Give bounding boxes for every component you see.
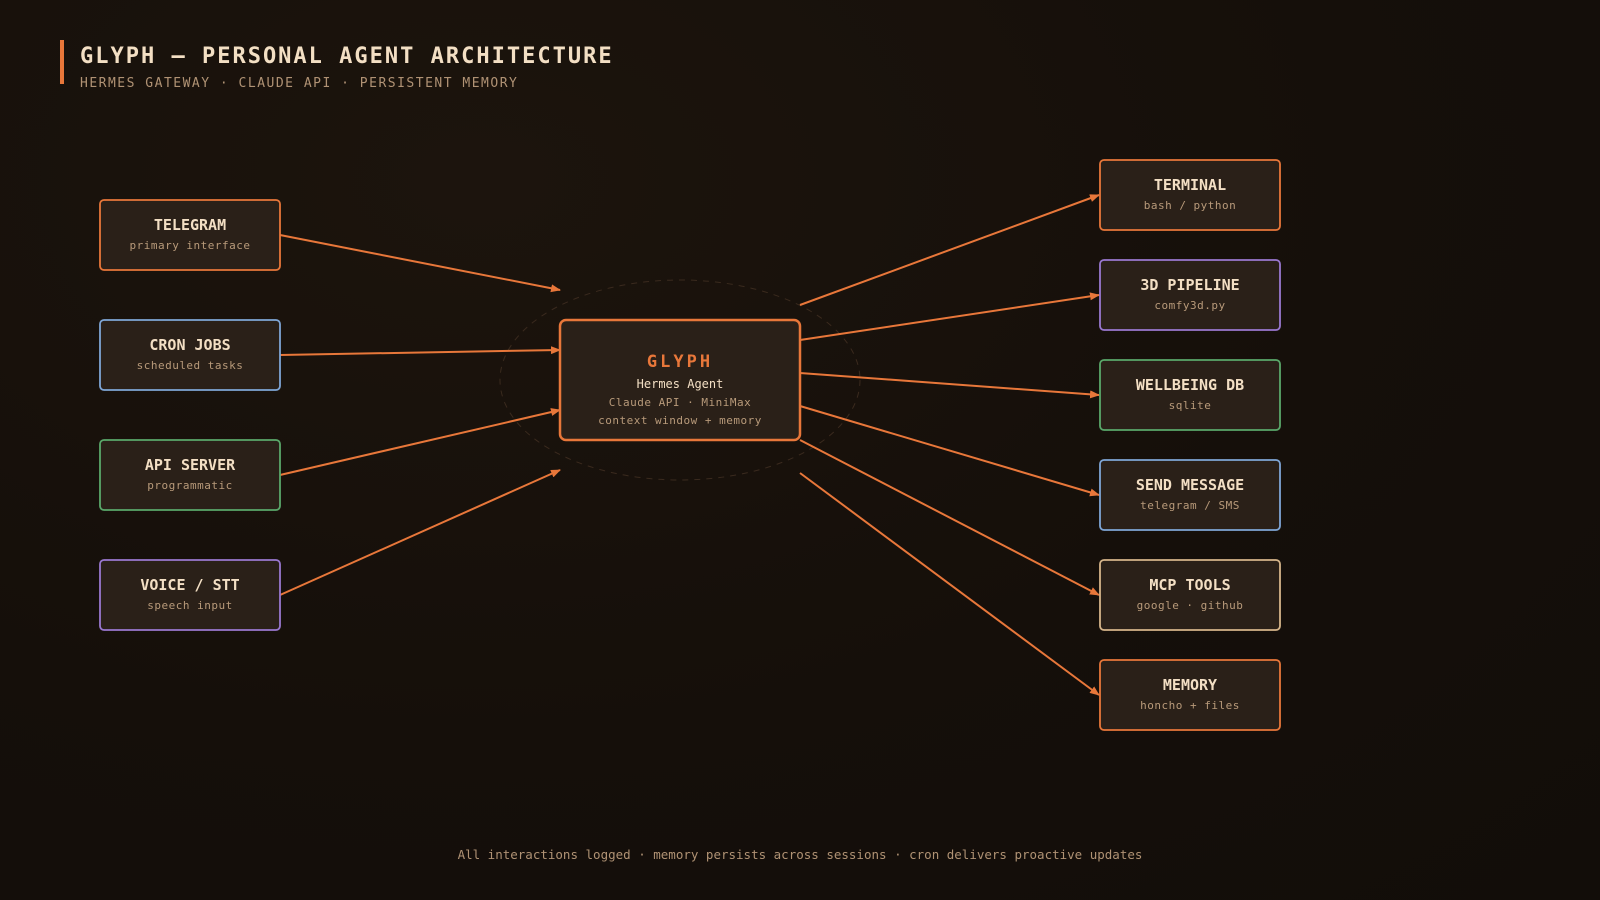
hub-context-line: context window + memory xyxy=(598,414,762,427)
node-title: MEMORY xyxy=(1163,676,1217,694)
output-node-send-message[interactable]: SEND MESSAGE telegram / SMS xyxy=(1099,459,1281,531)
node-subtitle: programmatic xyxy=(147,479,232,492)
output-node-mcp-tools[interactable]: MCP TOOLS google · github xyxy=(1099,559,1281,631)
input-node-api-server[interactable]: API SERVER programmatic xyxy=(99,439,281,511)
connector-memory xyxy=(799,472,1100,696)
hub-agent-name: Hermes Agent xyxy=(637,377,724,391)
node-title: VOICE / STT xyxy=(140,576,239,594)
connector-mcp-tools xyxy=(799,439,1100,596)
node-title: MCP TOOLS xyxy=(1149,576,1230,594)
node-subtitle: primary interface xyxy=(129,239,250,252)
output-node-memory[interactable]: MEMORY honcho + files xyxy=(1099,659,1281,731)
node-box xyxy=(99,559,281,631)
connector-api-server xyxy=(279,408,561,476)
architecture-diagram: GLYPH Hermes Agent Claude API · MiniMax … xyxy=(99,159,1281,731)
node-subtitle: comfy3d.py xyxy=(1154,299,1225,312)
node-subtitle: speech input xyxy=(147,599,232,612)
node-subtitle: bash / python xyxy=(1144,199,1237,212)
node-subtitle: telegram / SMS xyxy=(1140,499,1240,512)
output-node-terminal[interactable]: TERMINAL bash / python xyxy=(1099,159,1281,231)
node-subtitle: honcho + files xyxy=(1140,699,1240,712)
footer-note: All interactions logged · memory persist… xyxy=(457,847,1143,862)
connector-telegram xyxy=(279,234,561,293)
node-box xyxy=(1099,359,1281,431)
node-box xyxy=(1099,559,1281,631)
node-subtitle: scheduled tasks xyxy=(137,359,244,372)
node-box xyxy=(1099,659,1281,731)
output-node-3d-pipeline[interactable]: 3D PIPELINE comfy3d.py xyxy=(1099,259,1281,331)
node-title: 3D PIPELINE xyxy=(1140,276,1239,294)
output-node-wellbeing-db[interactable]: WELLBEING DB sqlite xyxy=(1099,359,1281,431)
hub-model-line: Claude API · MiniMax xyxy=(609,396,751,409)
node-title: TELEGRAM xyxy=(154,216,226,234)
node-box xyxy=(1099,159,1281,231)
connector-terminal xyxy=(799,194,1100,306)
output-connectors xyxy=(799,194,1100,696)
node-subtitle: sqlite xyxy=(1169,399,1212,412)
hub-title: GLYPH xyxy=(647,352,713,372)
node-title: CRON JOBS xyxy=(149,336,230,354)
node-title: TERMINAL xyxy=(1154,176,1226,194)
input-node-voice-stt[interactable]: VOICE / STT speech input xyxy=(99,559,281,631)
node-box xyxy=(99,319,281,391)
node-subtitle: google · github xyxy=(1137,599,1244,612)
node-box xyxy=(1099,459,1281,531)
node-title: SEND MESSAGE xyxy=(1136,476,1244,494)
input-node-telegram[interactable]: TELEGRAM primary interface xyxy=(99,199,281,271)
connector-3d-pipeline xyxy=(799,292,1100,341)
connector-send-message xyxy=(799,405,1100,497)
node-title: API SERVER xyxy=(145,456,236,474)
connector-wellbeing-db xyxy=(799,372,1100,399)
connector-cron-jobs xyxy=(279,346,561,356)
node-box xyxy=(99,199,281,271)
input-node-cron-jobs[interactable]: CRON JOBS scheduled tasks xyxy=(99,319,281,391)
node-title: WELLBEING DB xyxy=(1136,376,1244,394)
input-connectors xyxy=(279,234,561,596)
node-box xyxy=(99,439,281,511)
connector-voice-stt xyxy=(279,469,561,596)
hub-node[interactable]: GLYPH Hermes Agent Claude API · MiniMax … xyxy=(558,318,802,442)
node-box xyxy=(1099,259,1281,331)
